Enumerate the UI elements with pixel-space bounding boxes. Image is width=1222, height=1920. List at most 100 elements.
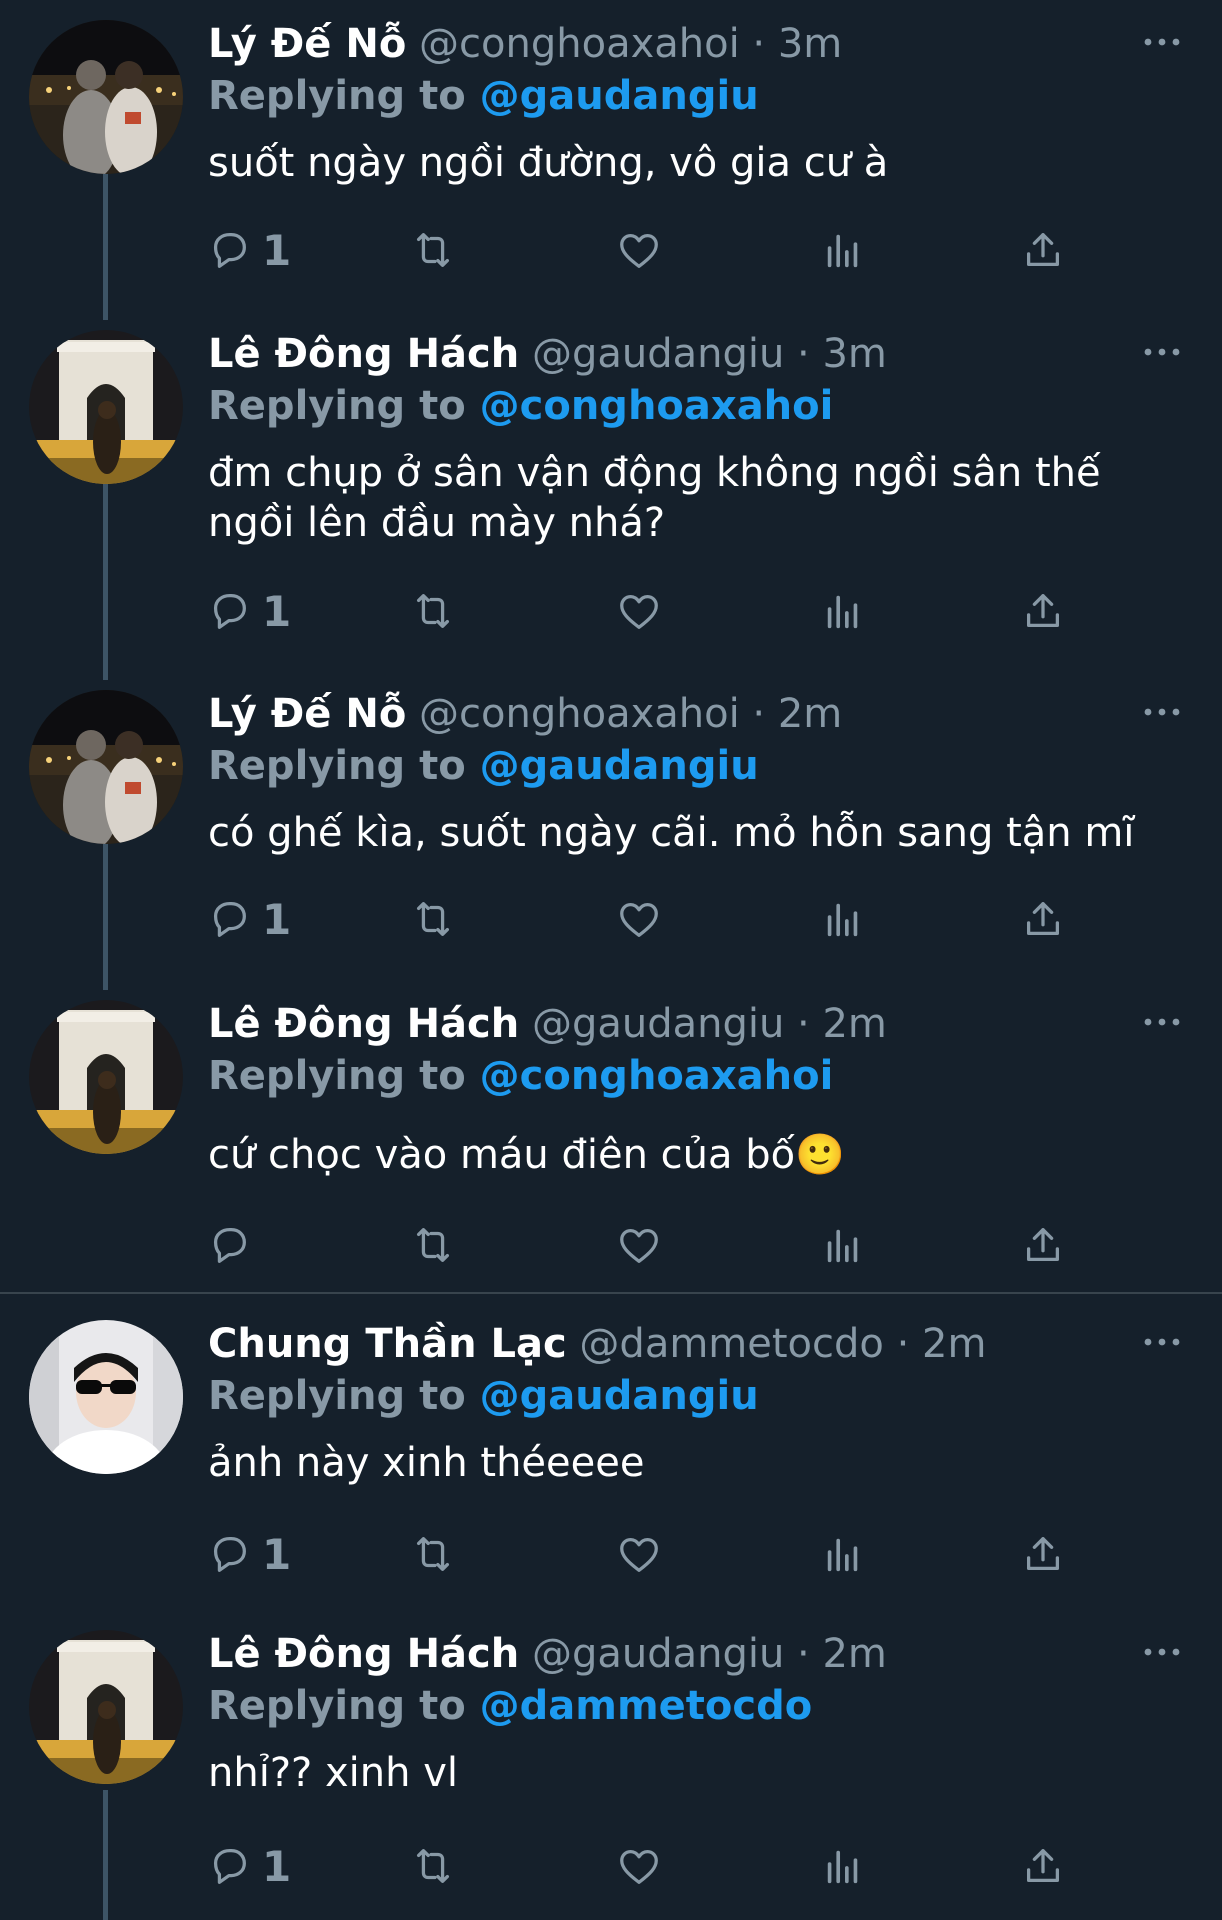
- retweet-button[interactable]: [410, 1217, 456, 1273]
- analytics-button[interactable]: [820, 1526, 866, 1582]
- retweet-button[interactable]: [410, 1838, 456, 1894]
- retweet-icon: [410, 896, 456, 942]
- reply-mention-link[interactable]: @gaudangiu: [480, 1373, 759, 1419]
- reply-icon: [206, 1222, 252, 1268]
- more-options-icon[interactable]: [1142, 344, 1182, 360]
- tweet[interactable]: Lê Đông Hách @gaudangiu · 3m Replying to…: [0, 330, 1222, 650]
- analytics-button[interactable]: [820, 891, 866, 947]
- reply-mention-link[interactable]: @conghoaxahoi: [480, 383, 834, 429]
- reply-button[interactable]: [206, 1217, 262, 1273]
- like-button[interactable]: [616, 1526, 662, 1582]
- replying-to-label: Replying to: [208, 1683, 466, 1729]
- couple-night-avatar-icon: [29, 690, 183, 844]
- tweet[interactable]: Lý Đế Nỗ @conghoaxahoi · 2m Replying to …: [0, 690, 1222, 970]
- display-name[interactable]: Chung Thần Lạc: [208, 1321, 567, 1367]
- tweet[interactable]: Chung Thần Lạc @dammetocdo · 2m Replying…: [0, 1320, 1222, 1600]
- tweet[interactable]: Lê Đông Hách @gaudangiu · 2m Replying to…: [0, 1000, 1222, 1280]
- share-button[interactable]: [1020, 891, 1066, 947]
- reply-button[interactable]: 1: [206, 1838, 291, 1894]
- user-handle[interactable]: @conghoaxahoi: [419, 21, 740, 67]
- timestamp[interactable]: · 2m: [897, 1321, 987, 1367]
- analytics-button[interactable]: [820, 1217, 866, 1273]
- tweet-text: đm chụp ở sân vận động không ngồi sân th…: [208, 450, 1101, 546]
- retweet-button[interactable]: [410, 583, 456, 639]
- share-button[interactable]: [1020, 1217, 1066, 1273]
- analytics-icon: [820, 896, 866, 942]
- timestamp[interactable]: · 3m: [797, 331, 887, 377]
- reply-mention-link[interactable]: @gaudangiu: [480, 743, 759, 789]
- reply-mention-link[interactable]: @conghoaxahoi: [480, 1053, 834, 1099]
- like-button[interactable]: [616, 1838, 662, 1894]
- avatar[interactable]: [29, 1630, 183, 1784]
- avatar[interactable]: [29, 330, 183, 484]
- heart-icon: [616, 1222, 662, 1268]
- share-button[interactable]: [1020, 222, 1066, 278]
- more-options-icon[interactable]: [1142, 1014, 1182, 1030]
- user-handle[interactable]: @conghoaxahoi: [419, 691, 740, 737]
- share-icon: [1020, 896, 1066, 942]
- more-options-icon[interactable]: [1142, 1644, 1182, 1660]
- avatar[interactable]: [29, 1000, 183, 1154]
- analytics-button[interactable]: [820, 583, 866, 639]
- retweet-button[interactable]: [410, 891, 456, 947]
- display-name[interactable]: Lý Đế Nỗ: [208, 21, 406, 67]
- arc-triomphe-avatar-icon: [29, 330, 183, 484]
- share-button[interactable]: [1020, 1838, 1066, 1894]
- timestamp[interactable]: · 2m: [797, 1631, 887, 1677]
- display-name[interactable]: Lê Đông Hách: [208, 1631, 519, 1677]
- user-handle[interactable]: @gaudangiu: [532, 1001, 784, 1047]
- heart-icon: [616, 896, 662, 942]
- reply-mention-link[interactable]: @gaudangiu: [480, 73, 759, 119]
- analytics-button[interactable]: [820, 222, 866, 278]
- user-handle[interactable]: @dammetocdo: [579, 1321, 883, 1367]
- analytics-icon: [820, 1531, 866, 1577]
- share-icon: [1020, 588, 1066, 634]
- reply-icon: [206, 1843, 252, 1889]
- avatar[interactable]: [29, 20, 183, 174]
- analytics-icon: [820, 588, 866, 634]
- tweet[interactable]: Lý Đế Nỗ @conghoaxahoi · 3m Replying to …: [0, 20, 1222, 300]
- analytics-icon: [820, 227, 866, 273]
- retweet-icon: [410, 1222, 456, 1268]
- replying-to-label: Replying to: [208, 1373, 466, 1419]
- heart-icon: [616, 1843, 662, 1889]
- like-button[interactable]: [616, 891, 662, 947]
- replying-to-label: Replying to: [208, 743, 466, 789]
- reply-count: 1: [262, 1529, 292, 1579]
- display-name[interactable]: Lê Đông Hách: [208, 331, 519, 377]
- reply-button[interactable]: 1: [206, 891, 291, 947]
- more-options-icon[interactable]: [1142, 704, 1182, 720]
- more-options-icon[interactable]: [1142, 34, 1182, 50]
- reply-count: 1: [262, 1841, 292, 1891]
- retweet-button[interactable]: [410, 222, 456, 278]
- analytics-icon: [820, 1843, 866, 1889]
- arc-triomphe-avatar-icon: [29, 1000, 183, 1154]
- avatar[interactable]: [29, 690, 183, 844]
- couple-night-avatar-icon: [29, 20, 183, 174]
- user-handle[interactable]: @gaudangiu: [532, 331, 784, 377]
- more-options-icon[interactable]: [1142, 1334, 1182, 1350]
- tweet[interactable]: Lê Đông Hách @gaudangiu · 2m Replying to…: [0, 1630, 1222, 1920]
- reply-icon: [206, 896, 252, 942]
- reply-button[interactable]: 1: [206, 1526, 291, 1582]
- share-button[interactable]: [1020, 583, 1066, 639]
- share-button[interactable]: [1020, 1526, 1066, 1582]
- display-name[interactable]: Lý Đế Nỗ: [208, 691, 406, 737]
- reply-mention-link[interactable]: @dammetocdo: [480, 1683, 813, 1729]
- retweet-button[interactable]: [410, 1526, 456, 1582]
- reply-button[interactable]: 1: [206, 222, 291, 278]
- like-button[interactable]: [616, 222, 662, 278]
- analytics-button[interactable]: [820, 1838, 866, 1894]
- display-name[interactable]: Lê Đông Hách: [208, 1001, 519, 1047]
- timestamp[interactable]: · 3m: [752, 21, 842, 67]
- user-handle[interactable]: @gaudangiu: [532, 1631, 784, 1677]
- analytics-icon: [820, 1222, 866, 1268]
- timestamp[interactable]: · 2m: [797, 1001, 887, 1047]
- reply-count: 1: [262, 586, 292, 636]
- timestamp[interactable]: · 2m: [752, 691, 842, 737]
- reply-button[interactable]: 1: [206, 583, 291, 639]
- like-button[interactable]: [616, 583, 662, 639]
- avatar[interactable]: [29, 1320, 183, 1474]
- retweet-icon: [410, 1843, 456, 1889]
- like-button[interactable]: [616, 1217, 662, 1273]
